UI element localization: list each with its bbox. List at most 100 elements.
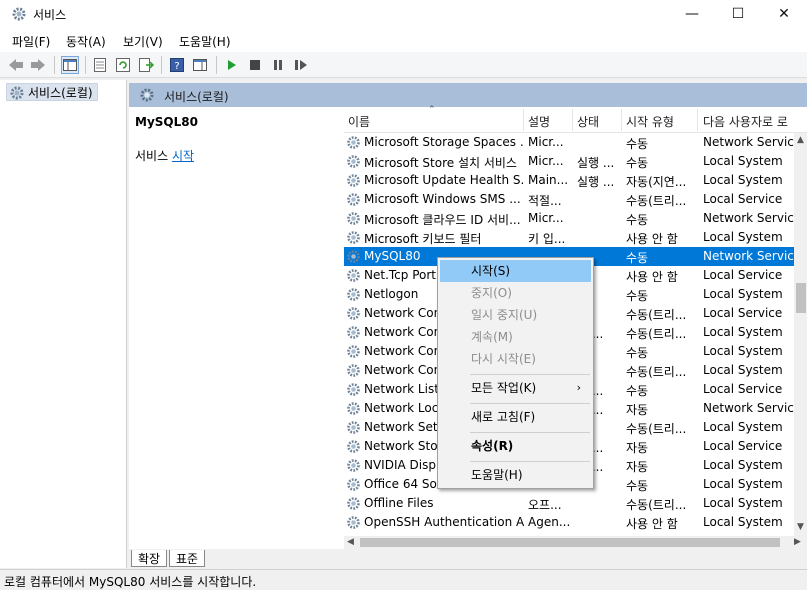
service-name-cell: Microsoft Storage Spaces ... — [364, 135, 524, 149]
service-gear-icon — [346, 268, 361, 283]
restart-service-icon[interactable] — [292, 56, 310, 74]
service-start-type-cell: 사용 안 함 — [626, 517, 678, 531]
tab-standard[interactable]: 표준 — [169, 550, 206, 567]
maximize-button[interactable]: ☐ — [715, 0, 761, 30]
panel-header: 서비스(로컬) — [129, 83, 807, 107]
menu-help[interactable]: 도움말(H) — [179, 33, 231, 50]
help-icon[interactable]: ? — [168, 56, 186, 74]
panel-title: 서비스(로컬) — [164, 90, 229, 104]
service-name-cell: Microsoft Store 설치 서비스 — [364, 156, 517, 170]
selected-service-name: MySQL80 — [135, 115, 198, 129]
service-row[interactable]: OpenSSH Authentication A... Agen... 사용 안 함… — [344, 513, 794, 532]
ctx-refresh[interactable]: 새로 고침(F) — [440, 406, 591, 428]
service-logon-cell: Local Service — [703, 268, 783, 282]
service-gear-icon — [346, 363, 361, 378]
horizontal-scroll-thumb[interactable] — [360, 538, 780, 547]
service-row[interactable]: Microsoft Update Health S... Main... 실행 ..… — [344, 171, 794, 190]
export-list-icon[interactable] — [137, 56, 155, 74]
service-logon-cell: Local System — [703, 496, 783, 510]
scroll-right-icon[interactable]: ▶ — [794, 537, 801, 547]
service-start-type-cell: 수동 — [626, 251, 649, 265]
service-row[interactable]: Microsoft 클라우드 ID 서비... Micr... 수동 Network … — [344, 209, 794, 228]
service-start-type-cell: 사용 안 함 — [626, 270, 678, 284]
service-status-cell: 실행 ... — [577, 156, 615, 170]
service-row[interactable]: Microsoft Windows SMS ... 적절... 수동(트리... Lo… — [344, 190, 794, 209]
service-logon-cell: Local System — [703, 325, 783, 339]
forward-arrow-icon[interactable] — [29, 56, 47, 74]
column-status[interactable]: 상태 — [577, 113, 599, 130]
service-logon-cell: Network Service — [703, 249, 794, 263]
service-row[interactable]: Microsoft Storage Spaces ... Micr... 수동 Net… — [344, 133, 794, 152]
scroll-up-icon[interactable]: ▲ — [797, 135, 804, 145]
service-gear-icon — [346, 458, 361, 473]
column-logon-as[interactable]: 다음 사용자로 로 — [703, 113, 788, 130]
service-start-type-cell: 수동 — [626, 156, 649, 170]
service-row[interactable]: Microsoft 키보드 필터 키 입... 사용 안 함 Local System — [344, 228, 794, 247]
refresh-icon[interactable] — [114, 56, 132, 74]
start-service-link[interactable]: 시작 — [172, 149, 194, 163]
start-service-icon[interactable] — [223, 56, 241, 74]
service-logon-cell: Local System — [703, 154, 783, 168]
ctx-pause[interactable]: 일시 중지(U) — [440, 304, 591, 326]
menu-bar: 파일(F) 동작(A) 보기(V) 도움말(H) — [0, 30, 807, 52]
column-start-type[interactable]: 시작 유형 — [626, 113, 674, 130]
service-start-type-cell: 수동(트리... — [626, 422, 687, 436]
service-logon-cell: Network Service — [703, 211, 794, 225]
title-bar: 서비스 — ☐ ✕ — [0, 0, 807, 30]
menu-action[interactable]: 동작(A) — [66, 33, 106, 50]
ctx-resume[interactable]: 계속(M) — [440, 326, 591, 348]
service-gear-icon — [346, 192, 361, 207]
service-gear-icon — [346, 211, 361, 226]
tab-extended[interactable]: 확장 — [131, 550, 168, 567]
ctx-start[interactable]: 시작(S) — [440, 260, 591, 282]
service-start-type-cell: 자동 — [626, 460, 649, 474]
service-start-type-cell: 수동 — [626, 346, 649, 360]
column-description[interactable]: 설명 — [528, 113, 550, 130]
menu-view[interactable]: 보기(V) — [123, 33, 163, 50]
service-row[interactable]: Offline Files 오프... 수동(트리... Local System — [344, 494, 794, 513]
service-name-cell: Microsoft 키보드 필터 — [364, 232, 482, 246]
close-button[interactable]: ✕ — [761, 0, 807, 30]
service-start-type-cell: 자동(지연... — [626, 175, 687, 189]
vertical-scrollbar[interactable]: ▲ ▼ — [794, 133, 807, 536]
service-gear-icon — [346, 135, 361, 150]
properties-sheet-icon[interactable] — [91, 56, 109, 74]
show-hide-pane-icon[interactable] — [191, 56, 209, 74]
minimize-button[interactable]: — — [669, 0, 715, 30]
service-start-type-cell: 수동 — [626, 137, 649, 151]
vertical-scroll-thumb[interactable] — [796, 283, 806, 313]
service-start-type-cell: 수동(트리... — [626, 498, 687, 512]
service-start-type-cell: 수동(트리... — [626, 194, 687, 208]
service-logon-cell: Local System — [703, 515, 783, 529]
service-row[interactable]: Microsoft Store 설치 서비스 Micr... 실행 ... 수동 Loc… — [344, 152, 794, 171]
service-gear-icon — [346, 173, 361, 188]
console-tree-icon[interactable] — [61, 56, 79, 74]
pause-service-icon[interactable] — [269, 56, 287, 74]
service-start-type-cell: 수동 — [626, 289, 649, 303]
horizontal-scrollbar[interactable]: ◀ ▶ — [344, 536, 807, 549]
service-gear-icon — [346, 287, 361, 302]
ctx-stop[interactable]: 중지(O) — [440, 282, 591, 304]
column-name[interactable]: 이름 — [348, 113, 370, 130]
toolbar: ? — [0, 52, 807, 78]
scroll-down-icon[interactable]: ▼ — [797, 522, 804, 532]
ctx-help[interactable]: 도움말(H) — [440, 464, 591, 486]
tree-item-services-local[interactable]: 서비스(로컬) — [6, 83, 98, 101]
stop-service-icon[interactable] — [246, 56, 264, 74]
ctx-restart[interactable]: 다시 시작(E) — [440, 348, 591, 370]
status-text: 로컬 컴퓨터에서 MySQL80 서비스를 시작합니다. — [4, 575, 257, 589]
submenu-arrow-icon: › — [576, 381, 581, 394]
back-arrow-icon[interactable] — [7, 56, 25, 74]
service-start-type-cell: 자동 — [626, 403, 649, 417]
service-logon-cell: Network Service — [703, 401, 794, 415]
service-logon-cell: Local System — [703, 230, 783, 244]
service-gear-icon — [346, 325, 361, 340]
sort-ascending-icon: ⌃ — [428, 105, 436, 115]
service-desc-cell: Micr... — [528, 211, 564, 225]
ctx-all-tasks[interactable]: 모든 작업(K) › — [440, 377, 591, 399]
service-name-cell: Microsoft Update Health S... — [364, 173, 524, 187]
menu-file[interactable]: 파일(F) — [12, 33, 50, 50]
context-menu: 시작(S) 중지(O) 일시 중지(U) 계속(M) 다시 시작(E) 모든 작… — [437, 257, 594, 489]
scroll-left-icon[interactable]: ◀ — [347, 537, 354, 547]
ctx-properties[interactable]: 속성(R) — [440, 435, 591, 457]
